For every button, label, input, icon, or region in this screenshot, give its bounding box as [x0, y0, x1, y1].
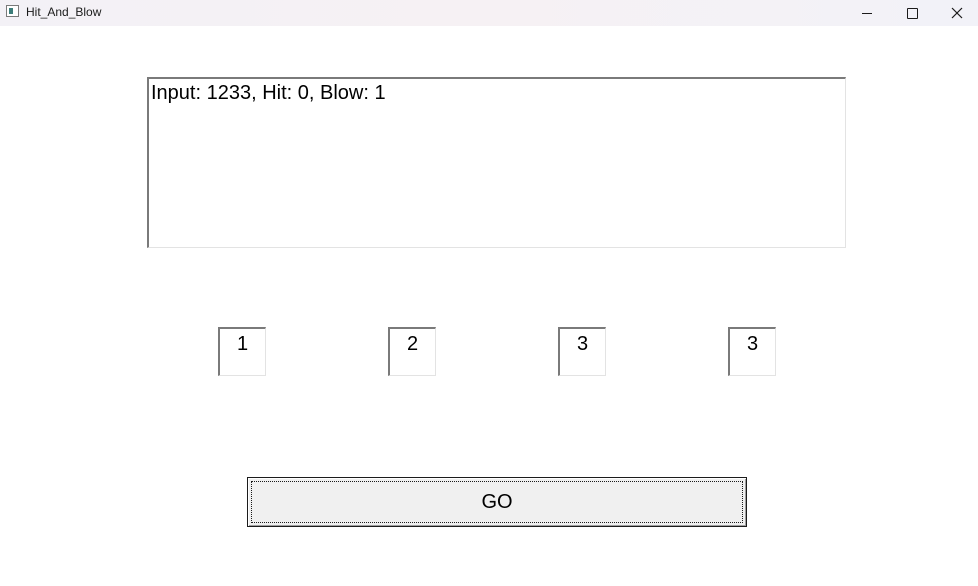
go-button-label: GO: [481, 490, 513, 513]
digit-input-1[interactable]: 1: [218, 327, 266, 376]
go-button[interactable]: GO: [247, 477, 747, 527]
title-bar[interactable]: Hit_And_Blow: [0, 0, 978, 26]
maximize-button[interactable]: [889, 0, 935, 26]
maximize-icon: [906, 7, 918, 19]
app-window: Hit_And_Blow Input: 1233, Hit: 0, Blow: …: [0, 0, 978, 586]
result-output-textbox[interactable]: Input: 1233, Hit: 0, Blow: 1: [147, 77, 846, 248]
window-title: Hit_And_Blow: [26, 5, 102, 19]
digit-input-2[interactable]: 2: [388, 327, 436, 376]
digit-input-4[interactable]: 3: [728, 327, 776, 376]
digit-input-3[interactable]: 3: [558, 327, 606, 376]
close-icon: [951, 7, 963, 19]
minimize-button[interactable]: [844, 0, 890, 26]
minimize-icon: [862, 12, 872, 14]
window-app-icon[interactable]: [6, 5, 19, 17]
close-button[interactable]: [934, 0, 978, 26]
